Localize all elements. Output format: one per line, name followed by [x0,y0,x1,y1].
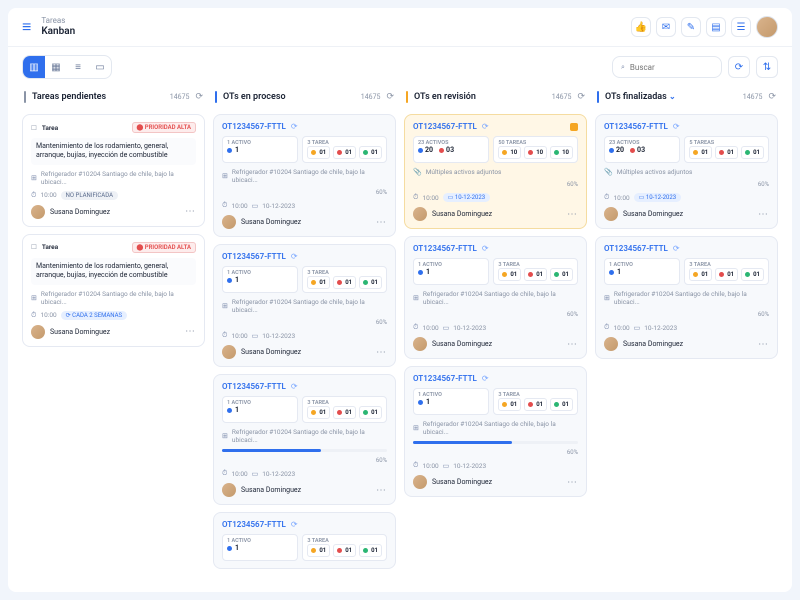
avatar [31,205,45,219]
search-icon: ⌕ [621,63,625,72]
action-print[interactable]: 👍 [631,17,651,37]
ot-card[interactable]: OT1234567-FTTL⟳ 1 ACTIVO1 3 TAREA010101 … [213,244,396,367]
action-bookmark[interactable]: ▤ [706,17,726,37]
view-list[interactable]: ≡ [67,56,89,78]
action-edit[interactable]: ✎ [681,17,701,37]
menu-icon[interactable]: ≡ [22,17,31,37]
ot-card[interactable]: OT1234567-FTTL⟳ 1 ACTIVO1 3 TAREA010101 … [213,374,396,505]
ot-card-highlighted[interactable]: OT1234567-FTTL⟳ 23 ACTIVOS2003 50 TAREAS… [404,114,587,229]
ot-card[interactable]: OT1234567-FTTL⟳ 1 ACTIVO1 3 TAREA010101 [213,512,396,569]
task-card[interactable]: ☐ Tarea ⬤ PRIORIDAD ALTA Mantenimiento d… [22,114,205,227]
action-list[interactable]: ☰ [731,17,751,37]
refresh-icon[interactable]: ⟳ [195,92,203,102]
search-box[interactable]: ⌕ [612,56,722,78]
ot-card[interactable]: OT1234567-FTTL⟳ 1 ACTIVO1 3 TAREA010101 … [595,236,778,359]
column-in-process: OTs en proceso 14675 ⟳ OT1234567-FTTL⟳ 1… [213,87,396,580]
view-segment: ▥ ▦ ≡ ▭ [22,55,112,79]
breadcrumb: Tareas Kanban [41,17,75,37]
view-timeline[interactable]: ▭ [89,56,111,78]
priority-badge: ⬤ PRIORIDAD ALTA [132,122,196,133]
ot-card[interactable]: OT1234567-FTTL⟳ 1 ACTIVO1 3 TAREA010101 … [404,236,587,359]
ot-card[interactable]: OT1234567-FTTL⟳ 1 ACTIVO1 3 TAREA010101 … [404,366,587,497]
flag-icon [570,123,578,131]
chevron-down-icon[interactable]: ⌄ [669,92,676,101]
task-card[interactable]: ☐ Tarea ⬤ PRIORIDAD ALTA Mantenimiento d… [22,234,205,347]
filter-button[interactable]: ⇅ [756,56,778,78]
column-color-bar [24,91,26,103]
ot-link[interactable]: OT1234567-FTTL [222,122,286,131]
column-finished: OTs finalizadas ⌄ 14675 ⟳ OT1234567-FTTL… [595,87,778,580]
user-avatar[interactable] [756,16,778,38]
ot-card[interactable]: OT1234567-FTTL⟳ 1 ACTIVO1 3 TAREA010101 … [213,114,396,237]
topbar: ≡ Tareas Kanban 👍 ✉ ✎ ▤ ☰ [8,8,792,47]
action-message[interactable]: ✉ [656,17,676,37]
ot-card[interactable]: OT1234567-FTTL⟳ 23 ACTIVOS2003 5 TAREAS0… [595,114,778,229]
refresh-button[interactable]: ⟳ [728,56,750,78]
task-description: Mantenimiento de los rodamiento, general… [31,138,196,165]
column-review: OTs en revisión 14675 ⟳ OT1234567-FTTL⟳ … [404,87,587,580]
view-kanban[interactable]: ▥ [23,56,45,78]
search-input[interactable] [630,63,710,72]
column-pending: Tareas pendientes 14675 ⟳ ☐ Tarea ⬤ PRIO… [22,87,205,580]
more-icon[interactable]: ⋯ [185,206,196,217]
view-calendar[interactable]: ▦ [45,56,67,78]
toolbar: ▥ ▦ ≡ ▭ ⌕ ⟳ ⇅ [8,47,792,87]
kanban-board: Tareas pendientes 14675 ⟳ ☐ Tarea ⬤ PRIO… [8,87,792,592]
